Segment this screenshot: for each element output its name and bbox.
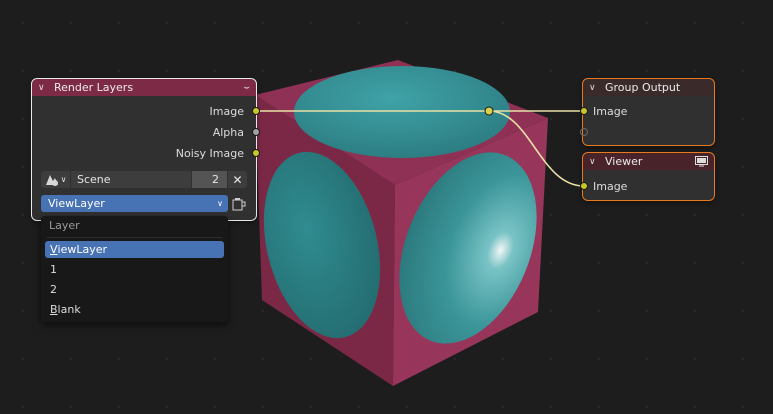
output-alpha-label: Alpha: [212, 125, 244, 139]
close-icon: ✕: [232, 172, 243, 187]
group-output-title: Group Output: [605, 81, 681, 94]
output-noisy-image-row: Noisy Image: [176, 144, 244, 162]
noisy-image-output-socket[interactable]: [252, 149, 260, 157]
layer-menu-item-2[interactable]: 2: [45, 281, 224, 298]
render-layers-title: Render Layers: [54, 81, 134, 94]
viewer-header[interactable]: ∨ Viewer: [583, 153, 714, 170]
scene-name-field[interactable]: Scene: [71, 171, 191, 188]
monitor-icon[interactable]: [695, 156, 708, 167]
viewer-image-socket[interactable]: [580, 182, 588, 190]
view-layer-value: ViewLayer: [48, 197, 105, 210]
alpha-output-socket[interactable]: [252, 128, 260, 136]
output-image-row: Image: [210, 102, 244, 120]
layer-menu-item-1[interactable]: 1: [45, 261, 224, 278]
group-output-empty-socket[interactable]: [580, 128, 588, 136]
render-icon: [232, 197, 246, 210]
layer-menu-item-label: 2: [50, 283, 57, 296]
output-alpha-row: Alpha: [213, 123, 244, 141]
view-layer-dropdown[interactable]: ViewLayer ∨: [41, 195, 228, 212]
layer-menu-item-viewlayer[interactable]: ViewLayer: [45, 241, 224, 258]
render-layers-node[interactable]: ∨ Render Layers ⌣ Image Alpha Noisy Imag…: [31, 78, 257, 221]
output-image-label: Image: [209, 104, 244, 118]
image-output-socket[interactable]: [252, 107, 260, 115]
group-output-image-label: Image: [593, 104, 628, 118]
chevron-down-icon: ∨: [217, 199, 223, 208]
layer-menu-item-label: iewLayer: [57, 243, 108, 256]
scene-unlink-button[interactable]: ✕: [228, 171, 247, 188]
layer-menu-item-label: lank: [57, 303, 81, 316]
viewer-title: Viewer: [605, 155, 643, 168]
layer-menu-item-mnemonic: B: [50, 303, 58, 316]
viewer-image-row: Image: [593, 177, 627, 195]
scene-icon: [45, 174, 58, 186]
scene-type-dropdown[interactable]: ∨: [41, 171, 70, 188]
sphere-top: [294, 66, 510, 158]
output-noisy-image-label: Noisy Image: [175, 146, 244, 160]
layer-dropdown-menu: Layer ViewLayer 1 2 Blank: [41, 216, 228, 322]
collapse-chevron-icon[interactable]: ∨: [589, 83, 601, 93]
group-output-image-socket[interactable]: [580, 107, 588, 115]
collapse-chevron-icon[interactable]: ∨: [38, 83, 50, 93]
collapse-chevron-icon[interactable]: ∨: [589, 157, 601, 167]
viewer-image-label: Image: [593, 179, 628, 193]
group-output-header[interactable]: ∨ Group Output: [583, 79, 714, 96]
render-layers-header[interactable]: ∨ Render Layers ⌣: [32, 79, 256, 96]
layer-menu-separator: [47, 237, 222, 238]
preview-toggle-icon[interactable]: ⌣: [243, 82, 250, 93]
layer-menu-item-blank[interactable]: Blank: [45, 301, 224, 318]
layer-menu-item-label: 1: [50, 263, 57, 276]
layer-menu-item-mnemonic: V: [50, 243, 58, 256]
viewer-node[interactable]: ∨ Viewer Image: [582, 152, 715, 201]
render-layer-button[interactable]: [230, 195, 248, 212]
scene-users-value: 2: [212, 173, 219, 186]
chevron-down-icon: ∨: [60, 175, 67, 184]
scene-name-value: Scene: [77, 173, 111, 186]
scene-users-count[interactable]: 2: [192, 171, 227, 188]
layer-menu-title: Layer: [49, 219, 80, 232]
group-output-image-row: Image: [593, 102, 627, 120]
group-output-node[interactable]: ∨ Group Output Image: [582, 78, 715, 146]
